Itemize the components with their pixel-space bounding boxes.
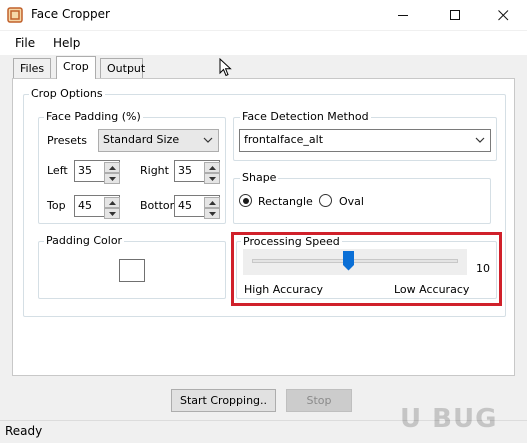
- maximize-icon[interactable]: [432, 0, 478, 31]
- crop-options-title: Crop Options: [29, 87, 105, 100]
- spin-up-icon[interactable]: [104, 197, 120, 208]
- tab-crop[interactable]: Crop: [56, 56, 96, 79]
- left-padding-value: 35: [78, 164, 92, 177]
- menu-file[interactable]: File: [15, 36, 35, 50]
- spin-up-icon[interactable]: [204, 197, 220, 208]
- speed-slider[interactable]: [252, 259, 458, 263]
- shape-oval-radio[interactable]: [319, 194, 332, 207]
- shape-title: Shape: [240, 171, 279, 184]
- padding-color-title: Padding Color: [44, 234, 125, 247]
- spin-down-icon[interactable]: [104, 173, 120, 184]
- left-label: Left: [47, 164, 68, 177]
- right-padding-value: 35: [178, 164, 192, 177]
- speed-min-label: High Accuracy: [244, 283, 323, 296]
- right-label: Right: [140, 164, 169, 177]
- presets-label: Presets: [47, 134, 88, 147]
- minimize-icon[interactable]: [380, 0, 426, 31]
- top-padding-spin-buttons: [104, 197, 120, 219]
- chevron-down-icon: [475, 137, 485, 143]
- face-padding-title: Face Padding (%): [44, 110, 143, 123]
- top-padding-value: 45: [78, 199, 92, 212]
- right-padding-spin-buttons: [204, 162, 220, 184]
- speed-value: 10: [476, 262, 490, 275]
- chevron-down-icon: [203, 137, 213, 143]
- close-icon[interactable]: [480, 0, 526, 31]
- face-detection-select[interactable]: frontalface_alt: [239, 129, 491, 152]
- stop-button[interactable]: Stop: [286, 389, 352, 412]
- bottom-padding-value: 45: [178, 199, 192, 212]
- padding-color-swatch[interactable]: [119, 259, 145, 282]
- spin-up-icon[interactable]: [104, 162, 120, 173]
- presets-select-value: Standard Size: [103, 133, 180, 146]
- spin-down-icon[interactable]: [204, 173, 220, 184]
- mouse-cursor-icon: [219, 57, 233, 78]
- spin-down-icon[interactable]: [204, 208, 220, 219]
- left-padding-stepper[interactable]: 35: [74, 160, 120, 184]
- face-detection-title: Face Detection Method: [240, 110, 371, 123]
- bottom-padding-stepper[interactable]: 45: [174, 195, 220, 219]
- top-label: Top: [47, 199, 66, 212]
- spin-up-icon[interactable]: [204, 162, 220, 173]
- right-padding-stepper[interactable]: 35: [174, 160, 220, 184]
- left-padding-spin-buttons: [104, 162, 120, 184]
- tab-files[interactable]: Files: [13, 58, 51, 78]
- bottom-padding-spin-buttons: [204, 197, 220, 219]
- presets-select[interactable]: Standard Size: [98, 129, 219, 152]
- shape-oval-label[interactable]: Oval: [339, 195, 364, 208]
- face-detection-value: frontalface_alt: [244, 133, 324, 146]
- tab-output[interactable]: Output: [100, 58, 145, 78]
- speed-max-label: Low Accuracy: [394, 283, 470, 296]
- app-icon: [7, 7, 23, 23]
- top-padding-stepper[interactable]: 45: [74, 195, 120, 219]
- watermark-logo: U BUG: [400, 404, 498, 434]
- shape-rectangle-radio[interactable]: [239, 194, 252, 207]
- shape-rectangle-label[interactable]: Rectangle: [258, 195, 313, 208]
- start-cropping-button[interactable]: Start Cropping..: [171, 389, 276, 412]
- spin-down-icon[interactable]: [104, 208, 120, 219]
- status-text: Ready: [5, 424, 43, 438]
- processing-speed-title: Processing Speed: [241, 235, 342, 248]
- window-title: Face Cropper: [31, 7, 110, 21]
- speed-slider-thumb[interactable]: [343, 251, 355, 271]
- menu-help[interactable]: Help: [53, 36, 80, 50]
